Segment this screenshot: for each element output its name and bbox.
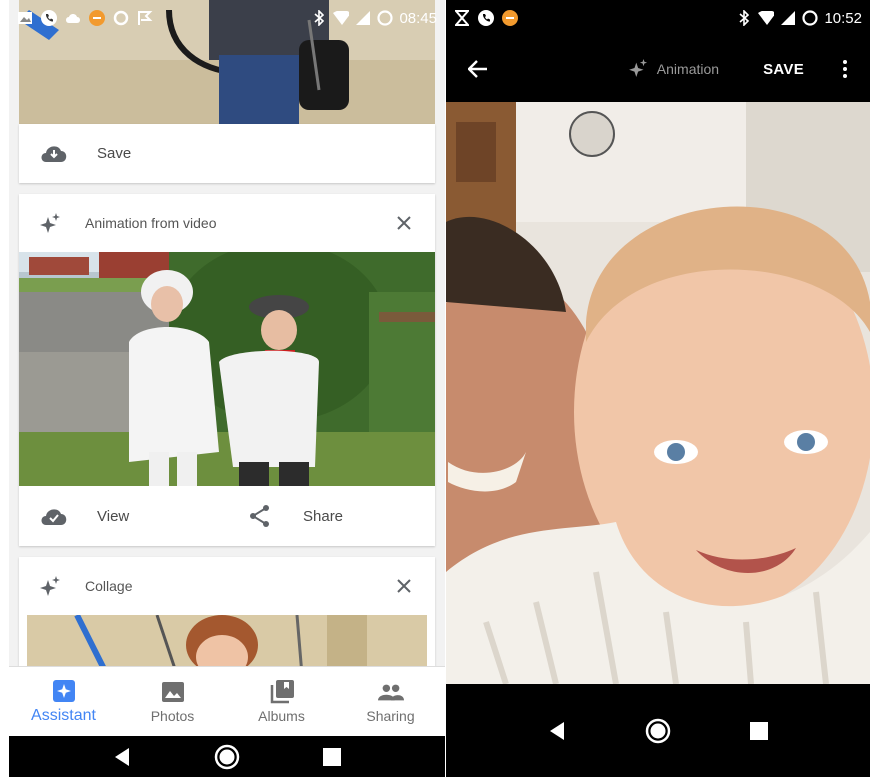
- sparkle-icon: [628, 58, 649, 80]
- bottom-navigation: Assistant Photos Albums Sharing: [9, 666, 445, 736]
- sync-notification-icon: [113, 10, 129, 26]
- share-icon: [245, 504, 275, 528]
- phone-notification-icon: [41, 10, 57, 26]
- phone-left-photos-assistant: 08:45 Save Animation from video View Sha…: [9, 0, 445, 777]
- animation-card-actions: View Share: [19, 486, 435, 546]
- save-button[interactable]: Save: [19, 124, 435, 182]
- share-button[interactable]: Share: [227, 486, 435, 546]
- cloud-notification-icon: [65, 10, 81, 26]
- battery-ring-icon: [802, 10, 819, 26]
- baby-selfie-photo[interactable]: [446, 102, 870, 684]
- battery-ring-icon: [377, 10, 394, 26]
- share-label: Share: [303, 507, 344, 525]
- back-triangle-icon[interactable]: [108, 743, 136, 771]
- collage-card-title: Collage: [85, 578, 133, 594]
- app-notification-icon: [502, 10, 518, 26]
- signal-icon: [355, 10, 371, 26]
- animation-card-title: Animation from video: [85, 215, 217, 231]
- sparkle-icon: [39, 574, 63, 598]
- wifi-icon: [333, 10, 350, 26]
- collage-card: Collage: [19, 557, 435, 677]
- phone-right-animation-editor: 10:52 Animation SAVE: [446, 0, 870, 777]
- app-notification-icon: [89, 10, 105, 26]
- view-label: View: [97, 507, 130, 525]
- close-icon[interactable]: [393, 212, 415, 234]
- status-bar: 08:45: [9, 0, 445, 36]
- nav-photos[interactable]: Photos: [118, 667, 227, 736]
- animation-card-header: Animation from video: [19, 194, 435, 252]
- nav-sharing[interactable]: Sharing: [336, 667, 445, 736]
- system-navigation-bar: [446, 684, 870, 777]
- cloud-download-icon: [39, 141, 69, 165]
- image-notification-icon: [17, 10, 33, 26]
- flag-notification-icon: [137, 10, 153, 26]
- sparkle-icon: [39, 211, 63, 235]
- nav-albums-label: Albums: [258, 707, 305, 724]
- assistant-icon: [51, 679, 77, 703]
- hourglass-icon: [454, 10, 470, 26]
- close-icon[interactable]: [393, 575, 415, 597]
- editor-app-bar: Animation SAVE: [446, 36, 870, 102]
- bluetooth-icon: [311, 10, 327, 26]
- back-arrow-icon[interactable]: [464, 55, 492, 83]
- status-time: 10:52: [824, 9, 862, 27]
- save-label: Save: [97, 144, 132, 162]
- home-circle-icon[interactable]: [213, 743, 241, 771]
- animation-card: Animation from video View Share: [19, 194, 435, 546]
- signal-icon: [780, 10, 796, 26]
- nav-assistant-label: Assistant: [31, 706, 96, 724]
- nav-sharing-label: Sharing: [366, 707, 415, 724]
- recents-square-icon[interactable]: [745, 717, 773, 745]
- albums-icon: [269, 679, 295, 704]
- more-vert-icon[interactable]: [838, 57, 852, 81]
- save-button[interactable]: SAVE: [763, 61, 804, 78]
- status-bar: 10:52: [446, 0, 870, 36]
- cloud-done-icon: [39, 504, 69, 528]
- phone-notification-icon: [478, 10, 494, 26]
- bluetooth-icon: [736, 10, 752, 26]
- animation-label-group: Animation: [628, 58, 720, 80]
- recents-square-icon[interactable]: [318, 743, 346, 771]
- nav-photos-label: Photos: [150, 707, 195, 724]
- nav-albums[interactable]: Albums: [227, 667, 336, 736]
- collage-card-header: Collage: [19, 557, 435, 615]
- save-card: Save: [19, 124, 435, 183]
- kids-photo[interactable]: [19, 252, 435, 486]
- home-circle-icon[interactable]: [644, 717, 672, 745]
- view-button[interactable]: View: [19, 486, 227, 546]
- animation-label: Animation: [656, 61, 720, 77]
- wifi-icon: [758, 10, 775, 26]
- status-time: 08:45: [399, 9, 437, 27]
- photos-icon: [160, 680, 186, 704]
- back-triangle-icon[interactable]: [543, 717, 571, 745]
- people-icon: [377, 680, 404, 704]
- system-navigation-bar: [9, 736, 445, 777]
- nav-assistant[interactable]: Assistant: [9, 667, 118, 736]
